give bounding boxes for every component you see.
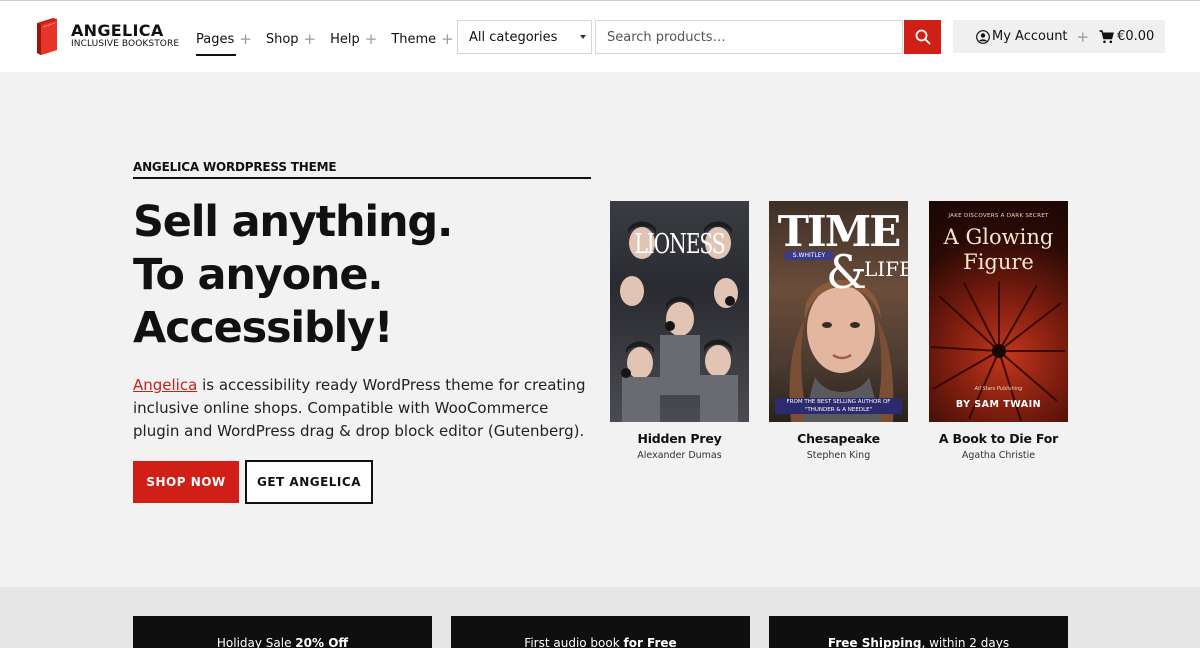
plus-icon[interactable]: + xyxy=(304,30,317,48)
promo-text: First audio book xyxy=(524,636,624,648)
nav-label: Help xyxy=(330,31,360,47)
plus-icon[interactable]: + xyxy=(239,30,252,48)
promo-highlight: for Free xyxy=(623,636,677,648)
book-cover-image[interactable]: LIONESS xyxy=(610,201,749,422)
book-card[interactable]: JAKE DISCOVERS A DARK SECRET A Glowing F… xyxy=(929,201,1068,461)
book-author: Alexander Dumas xyxy=(637,450,722,461)
main-nav: Pages + Shop + Help + Theme + xyxy=(196,28,468,56)
hero-headline: Sell anything. To anyone. Accessibly! xyxy=(133,196,453,355)
cart-icon[interactable] xyxy=(1099,29,1115,44)
hero-description: Angelica is accessibility ready WordPres… xyxy=(133,374,593,443)
search-button[interactable] xyxy=(904,20,941,54)
plus-icon[interactable]: + xyxy=(1077,28,1090,46)
plus-icon[interactable]: + xyxy=(365,30,378,48)
description-text: is accessibility ready WordPress theme f… xyxy=(133,376,586,440)
book-cover-image[interactable]: JAKE DISCOVERS A DARK SECRET A Glowing F… xyxy=(929,201,1068,422)
nav-label: Pages xyxy=(196,31,235,47)
nav-label: Shop xyxy=(265,31,299,47)
cover-title: A Glowing Figure xyxy=(943,225,1054,274)
promo-card[interactable]: Free Shipping, within 2 days xyxy=(769,616,1068,648)
nav-label: Theme xyxy=(391,31,437,47)
promo-text: Holiday Sale xyxy=(216,636,296,648)
book-title[interactable]: Hidden Prey xyxy=(610,431,749,446)
book-author: Agatha Christie xyxy=(961,450,1036,461)
promo-text-after: , within 2 days xyxy=(921,636,1010,648)
promo-highlight: Free Shipping xyxy=(827,636,922,648)
shop-now-button[interactable]: SHOP NOW xyxy=(133,461,239,503)
nav-item-help[interactable]: Help + xyxy=(330,28,377,50)
book-cover-image[interactable]: TIME & LIFE S.WHITLEY FROM THE BEST SELL… xyxy=(769,201,908,422)
user-icon[interactable] xyxy=(976,29,990,44)
account-cart-box: My Account + €0.00 xyxy=(953,20,1165,53)
book-card[interactable]: TIME & LIFE S.WHITLEY FROM THE BEST SELL… xyxy=(769,201,908,461)
book-title[interactable]: Chesapeake xyxy=(769,431,908,446)
category-select[interactable]: All categories xyxy=(457,20,592,54)
cart-total[interactable]: €0.00 xyxy=(1117,29,1154,44)
book-logo-icon xyxy=(37,18,57,55)
search-icon xyxy=(915,29,930,45)
brand-subtitle: INCLUSIVE BOOKSTORE xyxy=(71,39,180,49)
cover-subtitle: LIFE xyxy=(864,257,908,281)
cover-author: BY SAM TWAIN xyxy=(955,399,1042,410)
book-card[interactable]: LIONESS Hidden Prey Alexander Dumas xyxy=(610,201,749,461)
site-header: ANGELICA INCLUSIVE BOOKSTORE Pages + Shop… xyxy=(0,0,1200,72)
cover-author: S.WHITLEY xyxy=(785,251,833,260)
hero-eyebrow: ANGELICA WORDPRESS THEME xyxy=(133,160,591,179)
cover-title: LIONESS xyxy=(634,229,725,260)
nav-item-shop[interactable]: Shop + xyxy=(266,28,316,50)
my-account-link[interactable]: My Account xyxy=(992,29,1068,44)
book-author: Stephen King xyxy=(806,450,871,461)
category-select-value: All categories xyxy=(469,29,558,45)
caret-down-icon xyxy=(580,35,586,39)
promo-highlight: 20% Off xyxy=(295,636,349,648)
nav-item-theme[interactable]: Theme + xyxy=(391,28,453,50)
promo-card[interactable]: First audio book for Free xyxy=(451,616,750,648)
cover-publisher: All Stars Publishing xyxy=(974,386,1023,392)
headline-line: Sell anything. xyxy=(133,197,453,247)
site-logo[interactable]: ANGELICA INCLUSIVE BOOKSTORE xyxy=(35,17,179,55)
headline-line: Accessibly! xyxy=(133,303,394,353)
search-input[interactable] xyxy=(595,20,903,54)
book-title[interactable]: A Book to Die For xyxy=(929,431,1068,446)
brand-title: ANGELICA xyxy=(71,21,164,40)
get-angelica-button[interactable]: GET ANGELICA xyxy=(245,460,373,504)
plus-icon[interactable]: + xyxy=(441,30,454,48)
angelica-link[interactable]: Angelica xyxy=(133,376,197,394)
cover-tagline: JAKE DISCOVERS A DARK SECRET xyxy=(948,213,1049,219)
headline-line: To anyone. xyxy=(133,250,384,300)
nav-item-pages[interactable]: Pages + xyxy=(196,28,252,56)
promo-card[interactable]: Holiday Sale 20% Off xyxy=(133,616,432,648)
cover-footer: FROM THE BEST SELLING AUTHOR OF "THUNDER… xyxy=(775,398,902,414)
